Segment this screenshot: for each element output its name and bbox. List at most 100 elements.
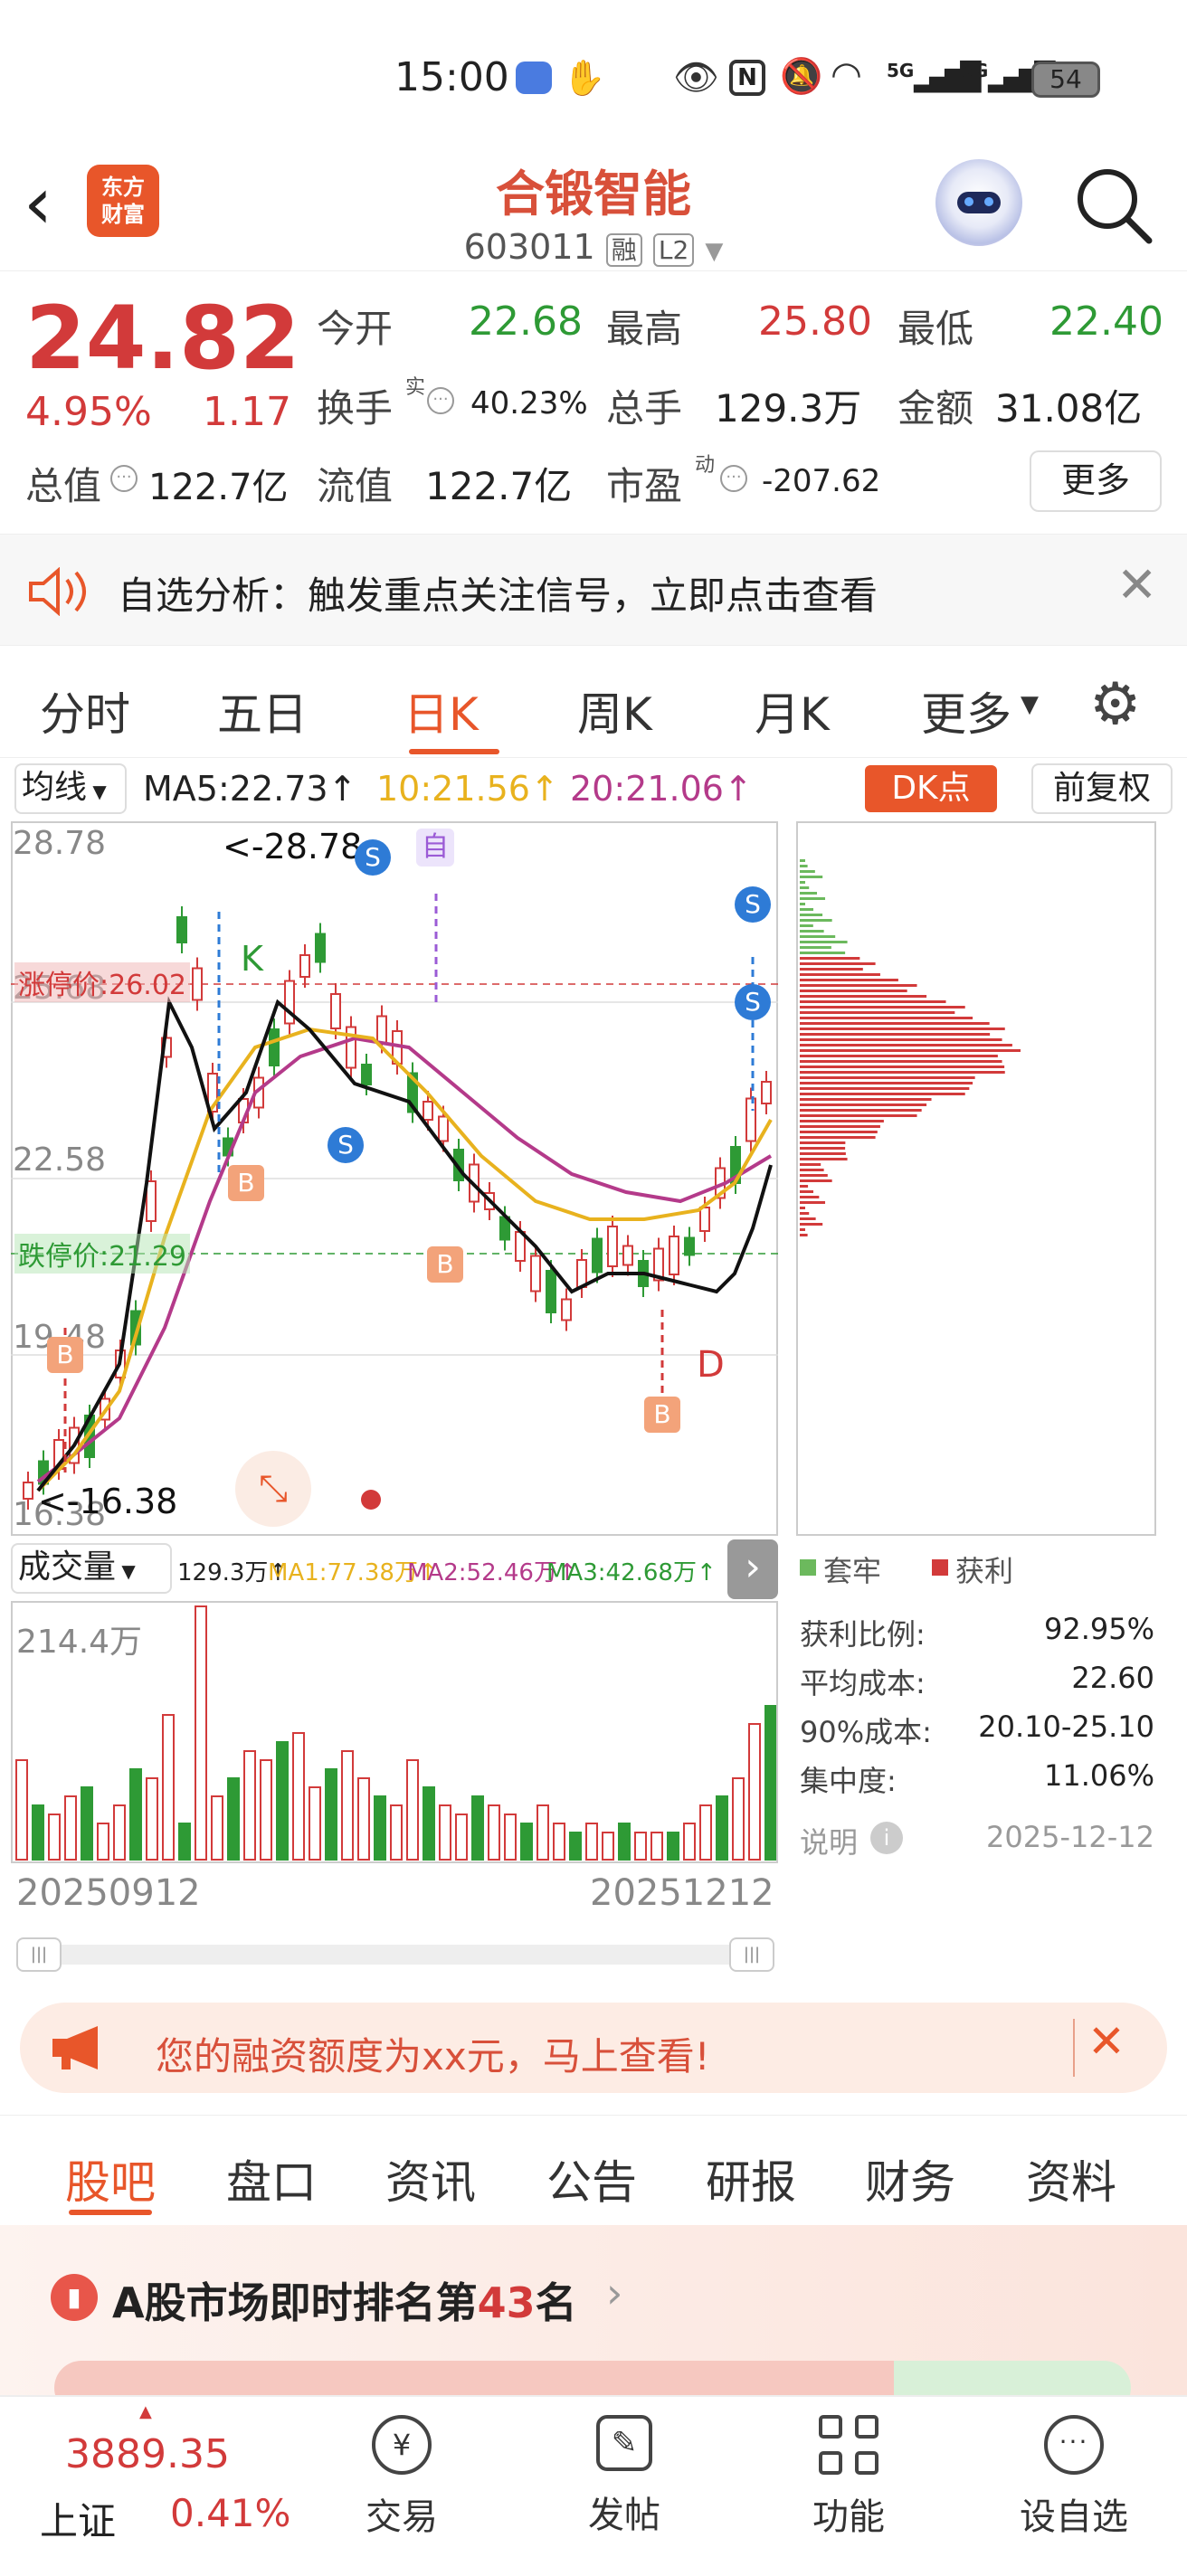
buy-marker[interactable]: B: [427, 1246, 463, 1283]
sell-marker[interactable]: S: [735, 886, 771, 923]
chip-bar: [800, 1158, 848, 1160]
robot-avatar-icon[interactable]: [935, 159, 1022, 246]
tab-announcements[interactable]: 公告: [546, 2146, 637, 2211]
range-handle-right[interactable]: |||: [729, 1937, 774, 1972]
grid-icon: [819, 2415, 878, 2475]
tab-weekly-k[interactable]: 周K: [577, 678, 652, 743]
close-icon[interactable]: ✕: [1116, 556, 1157, 613]
tab-forum[interactable]: 股吧: [65, 2146, 156, 2211]
dk-point-button[interactable]: DK点: [865, 765, 997, 812]
chip-bar: [800, 1076, 975, 1079]
tab-orderbook[interactable]: 盘口: [226, 2146, 317, 2211]
info-icon[interactable]: ···: [427, 387, 454, 414]
buy-marker[interactable]: B: [644, 1397, 680, 1433]
buy-marker[interactable]: B: [47, 1337, 83, 1373]
stock-title[interactable]: 合锻智能 603011 融 L2 ▼: [413, 154, 774, 267]
trapped-legend-swatch: [800, 1559, 816, 1576]
ranking-section[interactable]: ▮ A股市场即时排名第43名 ›: [0, 2225, 1187, 2415]
nav-post[interactable]: ✎ 发帖: [570, 2415, 679, 2538]
financing-banner[interactable]: 您的融资额度为xx元，马上查看! ✕: [20, 2003, 1167, 2093]
l2-tag: L2: [652, 233, 695, 267]
active-tab-indicator: [409, 749, 499, 754]
chip-bar: [800, 1049, 1021, 1052]
tab-five-day[interactable]: 五日: [217, 678, 308, 743]
volume-y-top: 214.4万: [16, 1624, 143, 1661]
chip-bar: [800, 903, 805, 905]
chip-bar: [800, 1196, 820, 1198]
search-icon[interactable]: [1073, 165, 1154, 246]
promo-text: 您的融资额度为xx元，马上查看!: [156, 2034, 710, 2079]
info-icon[interactable]: ···: [110, 465, 138, 492]
sell-marker[interactable]: S: [328, 1127, 364, 1163]
chip-bar: [800, 924, 813, 927]
sell-marker[interactable]: S: [355, 839, 391, 876]
sell-marker[interactable]: S: [735, 984, 771, 1020]
tab-intraday[interactable]: 分时: [40, 678, 130, 743]
low-value: 22.40: [1049, 298, 1163, 345]
index-value[interactable]: 3889.35: [65, 2431, 230, 2477]
hand-icon: ✋: [563, 58, 606, 98]
close-icon[interactable]: ✕: [1087, 2015, 1125, 2068]
index-pct[interactable]: 0.41%: [170, 2491, 290, 2535]
more-button[interactable]: 更多: [1030, 450, 1162, 512]
adjust-button[interactable]: 前复权: [1031, 763, 1173, 814]
chip-value-0: 92.95%: [1043, 1612, 1154, 1646]
volume-bar: [618, 1823, 631, 1861]
volume-selector[interactable]: 成交量 ▼: [11, 1543, 172, 1594]
notice-bar[interactable]: 自选分析：触发重点关注信号，立即点击查看 ✕: [0, 534, 1187, 646]
tab-daily-k[interactable]: 日K: [404, 678, 479, 743]
volume-bar: [683, 1823, 696, 1861]
chip-bar: [800, 1207, 805, 1209]
expand-right-icon[interactable]: ›: [727, 1539, 778, 1599]
volume-bar: [439, 1804, 451, 1861]
up-arrow-icon: ▲: [139, 2402, 152, 2421]
ma-selector[interactable]: 均线 ▼: [14, 763, 127, 814]
tab-news[interactable]: 资讯: [385, 2146, 476, 2211]
self-marker[interactable]: 自: [416, 829, 454, 867]
buy-marker[interactable]: B: [228, 1165, 264, 1201]
stock-code: 603011: [463, 227, 595, 267]
chip-bar: [800, 881, 805, 884]
index-name[interactable]: 上证: [40, 2491, 116, 2546]
tab-more[interactable]: 更多: [921, 678, 1011, 743]
eastmoney-logo[interactable]: 东方 财富: [87, 165, 159, 237]
chip-label-3: 集中度:: [800, 1764, 897, 1798]
settings-icon[interactable]: ⚙: [1089, 671, 1141, 738]
ma-caret-icon: ▼: [87, 781, 107, 802]
quote-panel: 24.82 4.95% 1.17 总值 ··· 122.7亿 今开 22.68 …: [0, 271, 1187, 534]
chip-bar: [800, 914, 823, 916]
tab-profile[interactable]: 资料: [1026, 2146, 1116, 2211]
high-label: 最高: [606, 307, 683, 351]
back-icon[interactable]: ‹: [24, 161, 52, 245]
range-handle-left[interactable]: |||: [16, 1937, 62, 1972]
section-tab-indicator: [69, 2210, 152, 2215]
kline-chart[interactable]: 28.78 25.68 22.58 19.48 16.38 涨停价:26.02 …: [11, 821, 778, 1536]
nav-add-watchlist[interactable]: ··· 设自选: [1006, 2415, 1142, 2540]
expand-icon[interactable]: ⤡: [235, 1451, 311, 1527]
info-icon[interactable]: ···: [720, 465, 747, 492]
nav-add-watchlist-label: 设自选: [1020, 2496, 1128, 2538]
range-slider[interactable]: ||| |||: [16, 1937, 774, 1972]
chip-bar: [800, 1131, 878, 1133]
chip-bar: [800, 952, 846, 954]
nav-trade[interactable]: ¥ 交易: [347, 2415, 456, 2540]
volume-bar: [178, 1823, 191, 1861]
min-note: <-16.38: [38, 1482, 178, 1521]
chip-bar: [800, 876, 823, 878]
chip-note-label[interactable]: 说明: [800, 1820, 858, 1861]
candle-body: [330, 993, 341, 1029]
float-label: 流值: [317, 464, 394, 508]
tab-finance[interactable]: 财务: [865, 2146, 955, 2211]
tab-monthly-k[interactable]: 月K: [755, 678, 830, 743]
tab-research[interactable]: 研报: [706, 2146, 796, 2211]
chip-bar: [800, 1152, 846, 1155]
dropdown-icon[interactable]: ▼: [705, 238, 723, 265]
candle-body: [622, 1245, 633, 1266]
info-icon[interactable]: i: [870, 1822, 903, 1854]
candle-body: [361, 1064, 372, 1085]
chip-bar: [800, 1087, 970, 1090]
nav-function[interactable]: 功能: [794, 2415, 903, 2540]
volume-bar: [520, 1823, 533, 1861]
chip-bar: [800, 1190, 813, 1193]
chip-bar: [800, 930, 824, 933]
